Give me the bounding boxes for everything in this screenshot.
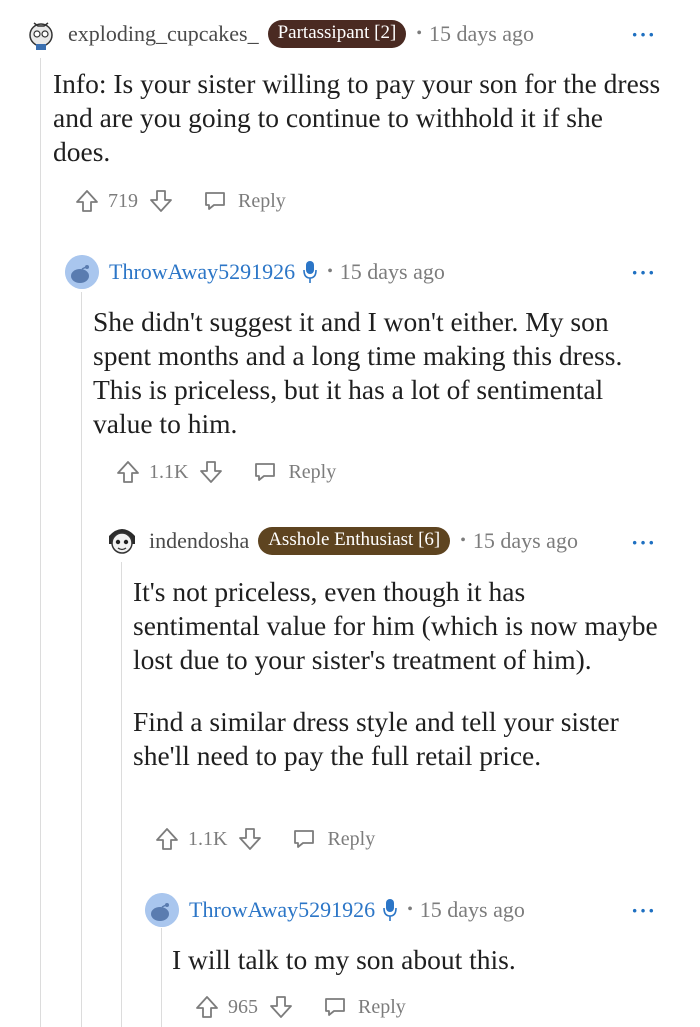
timestamp[interactable]: 15 days ago bbox=[429, 21, 534, 47]
thread-line-level-4[interactable] bbox=[161, 928, 162, 1027]
user-flair: Asshole Enthusiast [6] bbox=[258, 527, 451, 555]
comment-bubble-icon bbox=[325, 998, 345, 1016]
more-options-button[interactable]: ··· bbox=[631, 260, 656, 286]
mic-icon bbox=[303, 261, 317, 283]
mic-icon bbox=[383, 899, 397, 921]
upvote-icon[interactable] bbox=[154, 826, 180, 852]
comment-bubble-icon bbox=[255, 463, 276, 481]
snoo-avatar-icon bbox=[109, 529, 135, 554]
comment-bubble-icon bbox=[205, 192, 225, 210]
reply-label: Reply bbox=[358, 995, 406, 1018]
thread-line-level-3[interactable] bbox=[121, 562, 122, 1027]
comment-text: Find a similar dress style and tell your… bbox=[133, 706, 619, 771]
username[interactable]: indendosha bbox=[149, 528, 249, 554]
reply-label: Reply bbox=[238, 189, 286, 212]
reply-label: Reply bbox=[327, 827, 376, 850]
vote-count: 1.1K bbox=[149, 460, 189, 483]
username[interactable]: ThrowAway5291926 bbox=[109, 259, 295, 285]
downvote-icon[interactable] bbox=[148, 188, 174, 214]
more-options-button[interactable]: ··· bbox=[631, 530, 656, 556]
comment-bubble-icon bbox=[294, 830, 315, 848]
reply-button[interactable]: Reply bbox=[202, 188, 286, 214]
downvote-icon[interactable] bbox=[237, 826, 263, 852]
comment-text: Info: Is your sister willing to pay your… bbox=[53, 68, 661, 167]
separator-dot: • bbox=[327, 263, 333, 280]
comment-text: I will talk to my son about this. bbox=[172, 944, 516, 975]
upvote-icon[interactable] bbox=[115, 459, 141, 485]
default-avatar-icon bbox=[65, 255, 99, 289]
timestamp[interactable]: 15 days ago bbox=[340, 259, 445, 285]
username[interactable]: ThrowAway5291926 bbox=[189, 897, 375, 923]
comment-body: She didn't suggest it and I won't either… bbox=[93, 305, 663, 441]
comment-body: I will talk to my son about this. bbox=[172, 943, 662, 977]
username[interactable]: exploding_cupcakes_ bbox=[68, 21, 259, 47]
reply-button[interactable]: Reply bbox=[291, 826, 375, 852]
vote-count: 719 bbox=[108, 189, 138, 212]
timestamp[interactable]: 15 days ago bbox=[420, 897, 525, 923]
downvote-icon[interactable] bbox=[198, 459, 224, 485]
vote-count: 965 bbox=[228, 995, 258, 1018]
more-options-button[interactable]: ··· bbox=[631, 898, 656, 924]
user-avatar[interactable] bbox=[65, 255, 99, 289]
vote-count: 1.1K bbox=[188, 827, 228, 850]
upvote-icon[interactable] bbox=[194, 994, 220, 1020]
reply-label: Reply bbox=[288, 460, 337, 483]
comment-body: It's not priceless, even though it has s… bbox=[133, 575, 658, 773]
default-avatar-icon bbox=[145, 893, 179, 927]
reply-button[interactable]: Reply bbox=[322, 994, 406, 1020]
thread-line-level-2[interactable] bbox=[81, 292, 82, 1027]
reply-button[interactable]: Reply bbox=[252, 459, 336, 485]
comment-body: Info: Is your sister willing to pay your… bbox=[53, 67, 663, 169]
user-flair: Partassipant [2] bbox=[267, 20, 407, 48]
upvote-icon[interactable] bbox=[74, 188, 100, 214]
user-avatar[interactable] bbox=[145, 893, 179, 927]
downvote-icon[interactable] bbox=[268, 994, 294, 1020]
snoo-avatar-icon bbox=[29, 22, 53, 50]
separator-dot: • bbox=[407, 901, 413, 918]
thread-line-level-1[interactable] bbox=[40, 58, 41, 1027]
timestamp[interactable]: 15 days ago bbox=[473, 528, 578, 554]
separator-dot: • bbox=[460, 532, 466, 549]
more-options-button[interactable]: ··· bbox=[631, 22, 656, 48]
separator-dot: • bbox=[416, 25, 422, 42]
comment-text: It's not priceless, even though it has s… bbox=[133, 576, 658, 675]
user-avatar[interactable] bbox=[105, 524, 139, 558]
user-avatar[interactable] bbox=[24, 17, 58, 51]
comment-text: She didn't suggest it and I won't either… bbox=[93, 306, 623, 439]
